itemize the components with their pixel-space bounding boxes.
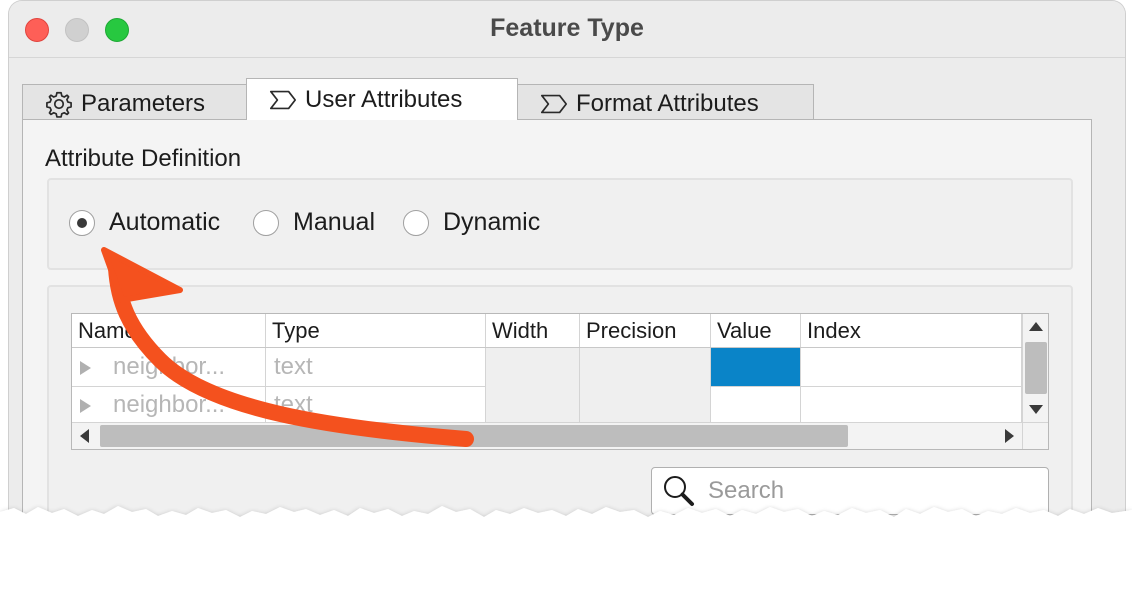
tab-parameters[interactable]: Parameters	[22, 84, 248, 122]
table-row[interactable]: neighbor... text	[72, 348, 1022, 387]
radio-manual[interactable]: Manual	[253, 208, 375, 237]
scroll-up-arrow-icon[interactable]	[1029, 322, 1043, 331]
radio-dynamic-indicator[interactable]	[403, 209, 429, 236]
sigma-icon	[269, 90, 297, 109]
attribute-definition-radio-group: Automatic Manual Dynamic	[47, 178, 1073, 270]
value-cell[interactable]	[711, 386, 801, 424]
vertical-scrollbar[interactable]	[1022, 314, 1048, 422]
tab-parameters-label: Parameters	[81, 89, 206, 117]
scroll-right-arrow-icon[interactable]	[1005, 429, 1014, 443]
window-title: Feature Type	[490, 14, 644, 42]
scrollbar-corner	[1022, 422, 1048, 449]
scroll-left-arrow-icon[interactable]	[80, 429, 89, 443]
width-cell	[486, 386, 580, 424]
radio-automatic[interactable]: Automatic	[69, 208, 220, 237]
column-header-index[interactable]: Index	[801, 314, 1022, 347]
tab-user-attributes[interactable]: User Attributes	[246, 78, 518, 120]
index-cell[interactable]	[801, 348, 1022, 386]
tab-format-attributes[interactable]: Format Attributes	[517, 84, 814, 122]
tab-format-attributes-label: Format Attributes	[576, 89, 759, 117]
column-header-width[interactable]: Width	[486, 314, 580, 347]
column-header-name[interactable]: Name	[72, 314, 266, 347]
type-cell[interactable]: text	[266, 386, 486, 424]
radio-dynamic-label: Dynamic	[443, 208, 541, 236]
radio-automatic-label: Automatic	[109, 208, 221, 236]
radio-automatic-indicator[interactable]	[69, 209, 95, 236]
column-header-value[interactable]: Value	[711, 314, 801, 347]
torn-edge-decoration	[0, 506, 1132, 590]
table-header: Name Type Width Precision Value Index	[72, 314, 1022, 348]
user-attributes-panel: Attribute Definition Automatic Manual Dy…	[22, 119, 1092, 545]
titlebar: Feature Type	[9, 1, 1125, 58]
name-cell[interactable]: neighbor...	[72, 348, 266, 386]
table-row[interactable]: neighbor... text	[72, 386, 1022, 425]
name-cell-text: neighbor...	[113, 353, 226, 380]
name-cell-text: neighbor...	[113, 391, 226, 418]
radio-manual-indicator[interactable]	[253, 209, 279, 236]
column-header-precision[interactable]: Precision	[580, 314, 711, 347]
vertical-scroll-thumb[interactable]	[1025, 342, 1047, 394]
expand-arrow-icon[interactable]	[80, 360, 91, 375]
tab-user-attributes-label: User Attributes	[305, 85, 463, 113]
value-cell[interactable]	[711, 348, 801, 386]
type-cell[interactable]: text	[266, 348, 486, 386]
expand-arrow-icon[interactable]	[80, 398, 91, 413]
attributes-table: Name Type Width Precision Value Index ne…	[71, 313, 1049, 450]
radio-manual-label: Manual	[293, 208, 375, 236]
attribute-definition-label: Attribute Definition	[45, 145, 242, 172]
column-header-type[interactable]: Type	[266, 314, 486, 347]
precision-cell	[580, 386, 711, 424]
horizontal-scroll-thumb[interactable]	[100, 425, 848, 447]
gear-icon	[46, 91, 72, 118]
name-cell[interactable]: neighbor...	[72, 386, 266, 424]
horizontal-scrollbar[interactable]	[72, 422, 1022, 449]
sigma-icon	[540, 94, 568, 113]
radio-dynamic[interactable]: Dynamic	[403, 208, 540, 237]
width-cell	[486, 348, 580, 386]
index-cell[interactable]	[801, 386, 1022, 424]
precision-cell	[580, 348, 711, 386]
scroll-down-arrow-icon[interactable]	[1029, 405, 1043, 414]
